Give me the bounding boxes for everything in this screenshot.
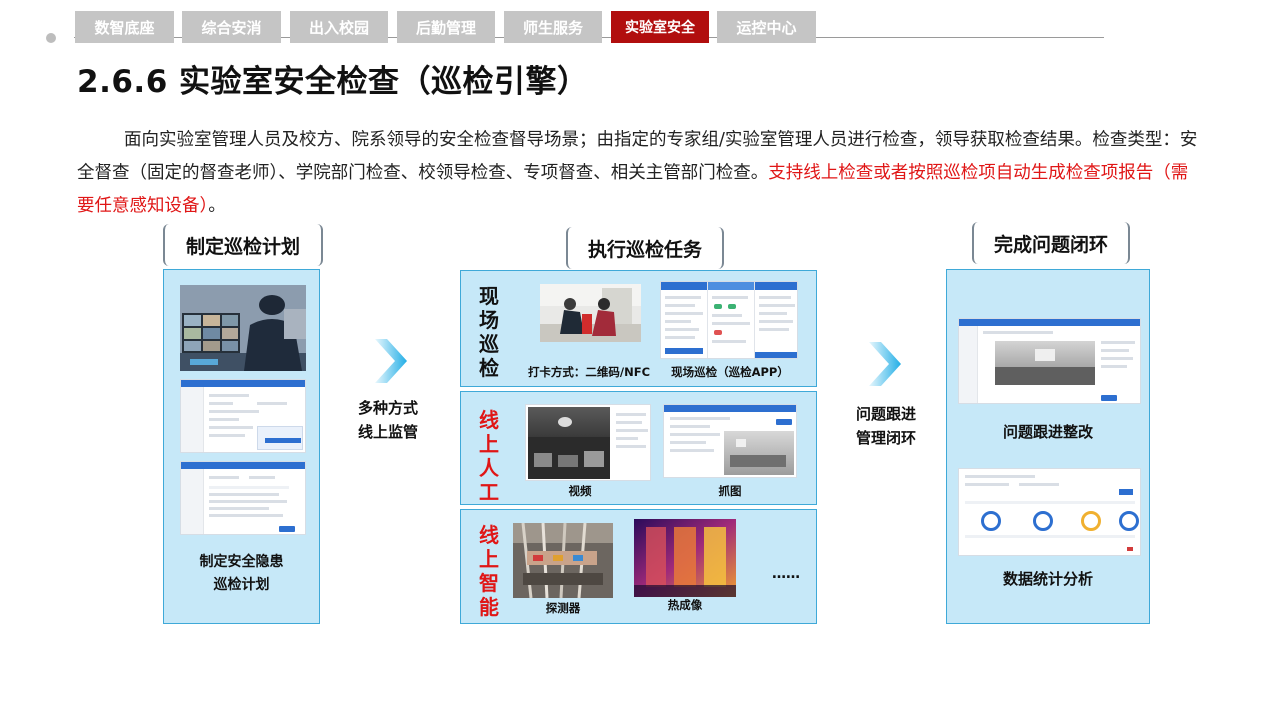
smart-label-char: 上 [479, 547, 499, 571]
video-caption: 视频 [568, 484, 592, 498]
more-ellipsis: …… [772, 566, 800, 582]
manual-label-char: 工 [479, 480, 499, 504]
detector-illustration [513, 523, 613, 598]
onsite-label-char: 现 [479, 284, 499, 308]
arrow2-line2: 管理闭环 [855, 429, 916, 447]
nfc-caption: 打卡方式：二维码/NFC [527, 365, 651, 379]
onsite-label-char: 场 [479, 308, 499, 332]
followup-caption: 问题跟进整改 [1002, 423, 1093, 441]
close-heading: 完成问题闭环 [972, 222, 1130, 264]
detector-photo [513, 523, 613, 598]
intro-paragraph: 面向实验室管理人员及校方、院系领导的安全检查督导场景；由指定的专家组/实验室管理… [77, 124, 1202, 223]
smart-side-label: 线 上 智 能 [476, 523, 502, 619]
nfc-checkin-photo [540, 284, 641, 342]
arrow2-line1: 问题跟进 [855, 405, 916, 423]
tab-logistics[interactable]: 后勤管理 [397, 11, 495, 43]
thermal-illustration [634, 519, 736, 597]
manual-side-label: 线 上 人 工 [476, 408, 502, 504]
manual-label-char: 上 [479, 432, 499, 456]
monitoring-room-photo [180, 285, 306, 371]
followup-screenshot [958, 318, 1141, 404]
manual-label-char: 人 [479, 456, 499, 480]
tab-lab-safety[interactable]: 实验室安全 [611, 11, 709, 43]
tab-teacher-student-service[interactable]: 师生服务 [504, 11, 602, 43]
onsite-side-label: 现 场 巡 检 [476, 284, 502, 380]
chevron-right-icon [375, 339, 407, 383]
tab-data-foundation[interactable]: 数智底座 [75, 11, 174, 43]
chevron-right-icon [869, 342, 901, 386]
arrow1-line1: 多种方式 [357, 399, 418, 417]
plan-caption-line2: 巡检计划 [213, 577, 270, 593]
intro-end: 。 [208, 196, 226, 216]
plan-caption-line1: 制定安全隐患 [199, 554, 284, 570]
plan-heading: 制定巡检计划 [163, 224, 323, 266]
thermal-caption: 热成像 [667, 598, 703, 612]
smart-label-char: 能 [479, 595, 499, 619]
onsite-label-char: 检 [479, 356, 499, 380]
tab-integrated-security[interactable]: 综合安消 [182, 11, 281, 43]
snapshot-screenshot [663, 404, 797, 478]
statistics-caption: 数据统计分析 [1002, 570, 1093, 588]
tab-operations-center[interactable]: 运控中心 [717, 11, 816, 43]
inspection-app-screens [660, 281, 798, 359]
execute-heading: 执行巡检任务 [566, 227, 724, 269]
detector-caption: 探测器 [545, 601, 581, 615]
bullet-dot [46, 33, 56, 43]
plan-screenshot-form [180, 379, 306, 453]
thermal-image [634, 519, 736, 597]
app-caption: 现场巡检（巡检APP） [671, 365, 789, 379]
page-title: 2.6.6 实验室安全检查（巡检引擎） [77, 64, 589, 100]
snapshot-caption: 抓图 [718, 484, 742, 498]
statistics-screenshot [958, 468, 1141, 556]
smart-label-char: 线 [479, 523, 499, 547]
smart-label-char: 智 [479, 571, 499, 595]
monitoring-room-illustration [180, 285, 306, 371]
plan-screenshot-list [180, 461, 306, 535]
manual-label-char: 线 [479, 408, 499, 432]
onsite-label-char: 巡 [479, 332, 499, 356]
video-monitor-screenshot [525, 404, 651, 481]
nfc-checkin-illustration [540, 284, 641, 342]
arrow1-line2: 线上监管 [357, 423, 418, 441]
tab-campus-access[interactable]: 出入校园 [290, 11, 388, 43]
